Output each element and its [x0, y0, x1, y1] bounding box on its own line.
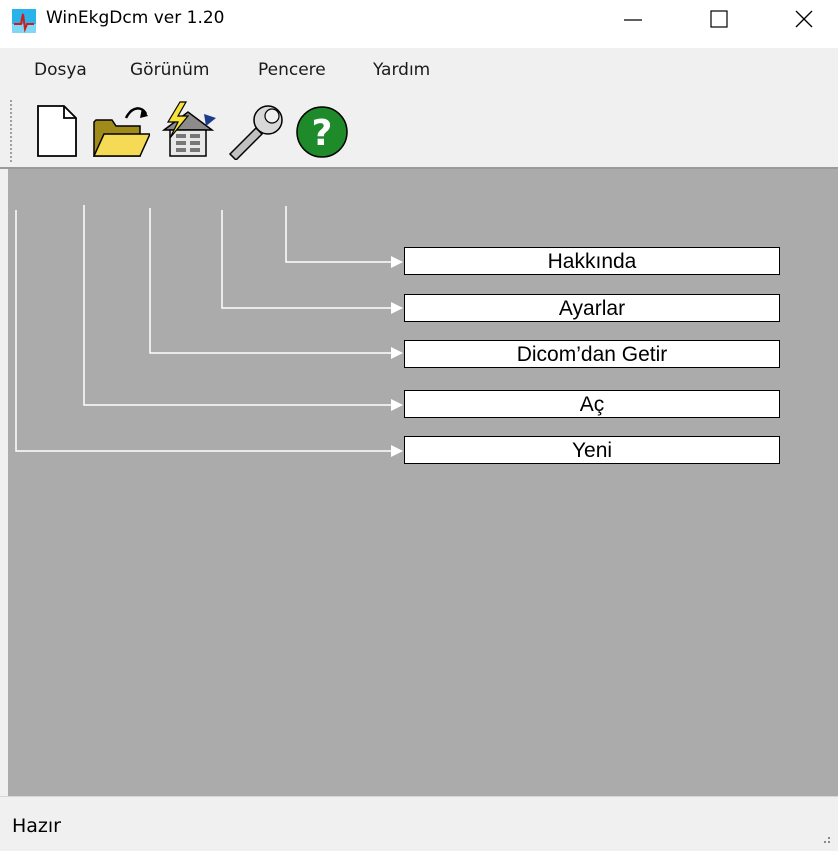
callout-connectors	[15, 205, 403, 457]
connector-ayarlar	[221, 210, 403, 314]
resize-grip-icon[interactable]	[818, 831, 832, 845]
callout-ayarlar: Ayarlar	[404, 294, 780, 322]
status-bar: Hazır	[0, 796, 838, 851]
callout-dicom: Dicom’dan Getir	[404, 340, 780, 368]
connector-dicom	[149, 208, 403, 359]
connector-ac	[83, 205, 403, 411]
callout-yeni: Yeni	[404, 436, 780, 464]
callout-ac: Aç	[404, 390, 780, 418]
status-text: Hazır	[12, 815, 61, 837]
callout-hakkinda: Hakkında	[404, 247, 780, 275]
connector-yeni	[15, 210, 403, 457]
connector-hakkinda	[285, 206, 403, 268]
